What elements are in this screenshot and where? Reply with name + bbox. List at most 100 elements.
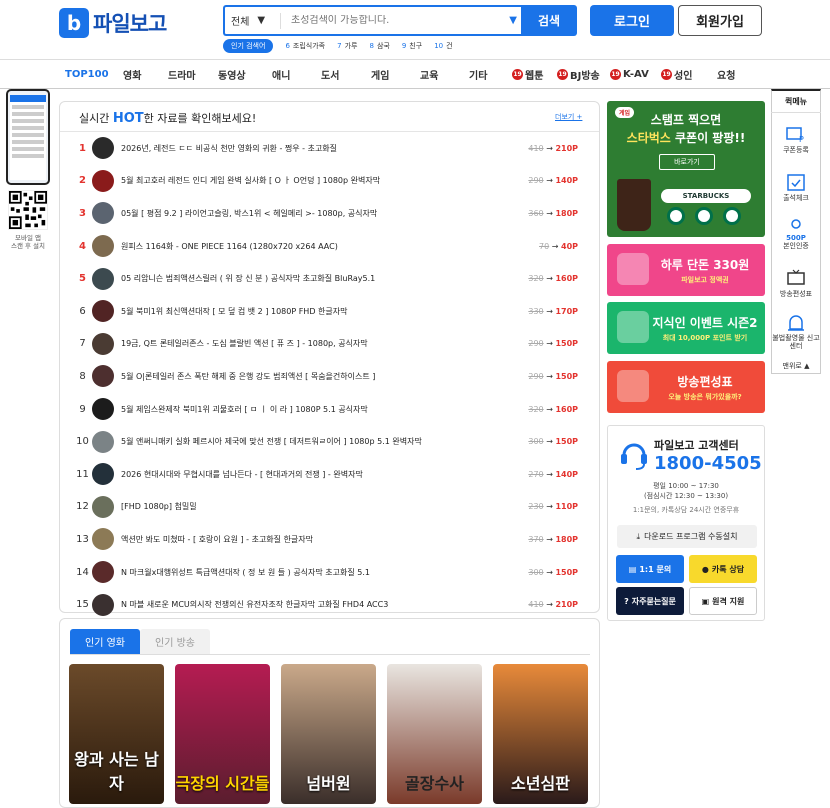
thumbnail — [92, 300, 114, 323]
hot-list-row[interactable]: 5 05 리암니슨 범죄액션스릴러 ( 위 장 신 분 ) 공식자막 초고화질 B… — [60, 262, 598, 295]
hot-list-row[interactable]: 13 액션만 봐도 미쳤따 - [ 호랑이 요원 ] - 초고화질 한글자막 370… — [60, 523, 598, 556]
main-nav: TOP100 영화 드라마 동영상 애니 도서 게임 교육 기타 19 웹툰 19… — [0, 59, 830, 89]
nav-bj[interactable]: 19 BJ방송 — [557, 60, 600, 88]
nav-adult[interactable]: 19 성인 — [661, 60, 692, 88]
item-title[interactable]: N 마블 새로운 MCU의시작 전쟁의신 유전자조작 한글자막 고화질 FHD4… — [121, 599, 528, 610]
hot-list-row[interactable]: 4 원피스 1164화 - ONE PIECE 1164 (1280x720 x2… — [60, 230, 598, 263]
schedule-banner[interactable]: 방송편성표 오늘 방송은 뭐가있을까? — [607, 361, 765, 413]
popular-keyword[interactable]: 9 친구 — [402, 41, 422, 51]
scroll-top-button[interactable]: 맨위로 ▲ — [771, 361, 821, 371]
qr-code-icon[interactable] — [8, 190, 48, 230]
popular-keyword[interactable]: 7 가루 — [337, 41, 357, 51]
more-link[interactable]: 더보기 + — [555, 112, 582, 122]
quick-report[interactable]: 불법촬영물 신고센터 — [771, 312, 821, 351]
starbucks-banner[interactable]: 게임 스탬프 찍으면 스타벅스 쿠폰이 팡팡!! 바로가기 STARBUCKS — [607, 101, 765, 237]
app-scan-caption: 모바일 앱 스캔 후 설치 — [10, 234, 46, 251]
nav-top100[interactable]: TOP100 — [65, 60, 109, 88]
hot-list-row[interactable]: 9 5월 제임스완제작 북미1위 괴물호러 [ ㅁ ㅣ 이 라 ] 1080P 5… — [60, 393, 598, 426]
mobile-app-phone-image[interactable] — [6, 89, 50, 185]
item-title[interactable]: 2026년, 레전드 ㄷㄷ 비공식 천만 영화의 귀환 - 쩡우 - 초고화질 — [121, 143, 528, 154]
join-button[interactable]: 회원가입 — [678, 5, 762, 36]
search-button[interactable]: 검색 — [521, 5, 577, 36]
hot-list-row[interactable]: 12 [FHD 1080p] 첨밀밀 230 → 110P — [60, 491, 598, 524]
nav-books[interactable]: 도서 — [321, 60, 339, 88]
adult-badge-icon: 19 — [512, 68, 523, 80]
popular-keywords: 인기 검색어 6 조립식가족 7 가루 8 삼국 9 친구 10 건 — [223, 39, 453, 53]
thumbnail — [92, 463, 114, 486]
thumbnail — [92, 398, 114, 421]
pass-banner[interactable]: 하루 단돈 330원 파일보고 정액권 — [607, 244, 765, 296]
hot-list-row[interactable]: 15 N 마블 새로운 MCU의시작 전쟁의신 유전자조작 한글자막 고화질 FH… — [60, 588, 598, 621]
starbucks-logo-icon — [695, 207, 713, 225]
faq-button[interactable]: ? 자주묻는질문 — [616, 587, 684, 615]
popular-keyword[interactable]: 8 삼국 — [369, 41, 389, 51]
item-title[interactable]: 5월 북미1위 최신액션대작 [ 모 덮 컴 뱃 2 ] 1080P FHD 한… — [121, 306, 528, 317]
nav-request[interactable]: 요청 — [717, 60, 735, 88]
tab-popular-broadcast[interactable]: 인기 방송 — [140, 629, 210, 654]
hot-list-row[interactable]: 10 5월 앤써니매키 실화 페르시아 제국에 맞선 전쟁 [ 데저트워ㄹ이어 ]… — [60, 425, 598, 458]
quick-coupon[interactable]: P 쿠폰등록 — [771, 124, 821, 154]
hot-list-row[interactable]: 3 05월 [ 평점 9.2 ] 라이언고슬링, 박스1위 < 헤일메리 >- 1… — [60, 197, 598, 230]
knowledge-event-banner[interactable]: 지식인 이벤트 시즌2 최대 10,000P 포인트 받기 — [607, 302, 765, 354]
movie-poster[interactable]: 골장수사 — [387, 664, 482, 804]
movie-poster[interactable]: 소년심판 — [493, 664, 588, 804]
popular-keyword[interactable]: 6 조립식가족 — [285, 41, 325, 51]
nav-kav[interactable]: 19 K-AV — [610, 60, 649, 88]
nav-etc[interactable]: 기타 — [469, 60, 487, 88]
nav-drama[interactable]: 드라마 — [168, 60, 196, 88]
hot-list-row[interactable]: 7 19금, Q트 론테일러존스 - 도심 블랄빈 액션 [ 퓨 즈 ] - 10… — [60, 328, 598, 361]
inquiry-button[interactable]: ▤ 1:1 문의 — [616, 555, 684, 583]
nav-video[interactable]: 동영상 — [218, 60, 246, 88]
nav-webtoon[interactable]: 19 웹툰 — [512, 60, 543, 88]
item-title[interactable]: 05월 [ 평점 9.2 ] 라이언고슬링, 박스1위 < 헤일메리 >- 10… — [121, 208, 528, 219]
tab-popular-movie[interactable]: 인기 영화 — [70, 629, 140, 654]
search-bar: 전체 ▼ ▼ — [223, 5, 523, 36]
quick-schedule[interactable]: 방송편성표 — [771, 268, 821, 298]
search-input[interactable] — [281, 15, 510, 26]
nav-anime[interactable]: 애니 — [272, 60, 290, 88]
search-category-select[interactable]: 전체 ▼ — [225, 13, 280, 28]
item-title[interactable]: [FHD 1080p] 첨밀밀 — [121, 501, 528, 512]
hot-list-row[interactable]: 8 5월 O|론테일러 존스 폭탄 해제 중 은행 강도 범죄액션 [ 목숨을건하… — [60, 360, 598, 393]
hot-list-row[interactable]: 2 5월 최고호러 레전드 인디 게임 완벽 실사화 [ O ㅏ O언덩 ] 10… — [60, 165, 598, 198]
item-title[interactable]: 05 리암니슨 범죄액션스릴러 ( 위 장 신 분 ) 공식자막 초고화질 Bl… — [121, 273, 528, 284]
thumbnail — [92, 528, 114, 551]
divider — [771, 112, 821, 113]
nav-education[interactable]: 교육 — [420, 60, 438, 88]
thumbnail — [92, 169, 114, 192]
item-title[interactable]: 5월 앤써니매키 실화 페르시아 제국에 맞선 전쟁 [ 데저트워ㄹ이어 ] 1… — [121, 436, 528, 447]
banner-go-button[interactable]: 바로가기 — [659, 154, 715, 170]
item-price: 330 → 170P — [528, 306, 578, 316]
starbucks-logo-icon — [667, 207, 685, 225]
headset-icon — [621, 443, 647, 470]
quick-attendance[interactable]: 출석체크 — [771, 172, 821, 202]
movie-poster[interactable]: 넘버원 — [281, 664, 376, 804]
download-program-button[interactable]: ⤓ 다운로드 프로그램 수동설치 — [617, 525, 757, 548]
item-title[interactable]: N 마크월x대행위성트 특급액션대작 ( 정 보 원 들 ) 공식자막 초고화질… — [121, 567, 528, 578]
popular-keyword[interactable]: 10 건 — [434, 41, 452, 51]
site-logo[interactable]: b 파일보고 — [59, 6, 189, 40]
question-icon: ? — [624, 596, 629, 606]
item-title[interactable]: 5월 O|론테일러 존스 폭탄 해제 중 은행 강도 범죄액션 [ 목숨을건하이… — [121, 371, 528, 382]
item-title[interactable]: 5월 제임스완제작 북미1위 괴물호러 [ ㅁ ㅣ 이 라 ] 1080P 5.… — [121, 404, 528, 415]
movie-poster[interactable]: 왕과 사는 남자 — [69, 664, 164, 804]
kakao-chat-button[interactable]: ● 카톡 상담 — [689, 555, 757, 583]
item-title[interactable]: 19금, Q트 론테일러존스 - 도심 블랄빈 액션 [ 퓨 즈 ] - 108… — [121, 338, 528, 349]
item-title[interactable]: 5월 최고호러 레전드 인디 게임 완벽 실사화 [ O ㅏ O언덩 ] 108… — [121, 175, 528, 186]
login-button[interactable]: 로그인 — [590, 5, 674, 36]
item-title[interactable]: 액션만 봐도 미쳤따 - [ 호랑이 요원 ] - 초고화질 한글자막 — [121, 534, 528, 545]
item-title[interactable]: 원피스 1164화 - ONE PIECE 1164 (1280x720 x26… — [121, 241, 528, 252]
item-title[interactable]: 2026 현대시대와 무협시대를 넘나든다 - [ 현대과거의 전쟁 ] - 완… — [121, 469, 528, 480]
hot-list-row[interactable]: 11 2026 현대시대와 무협시대를 넘나든다 - [ 현대과거의 전쟁 ] -… — [60, 458, 598, 491]
nav-movie[interactable]: 영화 — [123, 60, 141, 88]
quick-verification[interactable]: 500P 본인인증 — [771, 218, 821, 251]
hot-list-row[interactable]: 1 2026년, 레전드 ㄷㄷ 비공식 천만 영화의 귀환 - 쩡우 - 초고화질… — [60, 132, 598, 165]
movie-poster[interactable]: 극장의 시간들 — [175, 664, 270, 804]
popular-tag: 인기 검색어 — [223, 39, 274, 53]
remote-support-button[interactable]: ▣ 원격 지원 — [689, 587, 757, 615]
item-price: 290 → 150P — [528, 371, 578, 381]
nav-game[interactable]: 게임 — [371, 60, 389, 88]
item-price: 270 → 140P — [528, 469, 578, 479]
hot-list-row[interactable]: 6 5월 북미1위 최신액션대작 [ 모 덮 컴 뱃 2 ] 1080P FHD … — [60, 295, 598, 328]
hot-list-row[interactable]: 14 N 마크월x대행위성트 특급액션대작 ( 정 보 원 들 ) 공식자막 초고… — [60, 556, 598, 589]
